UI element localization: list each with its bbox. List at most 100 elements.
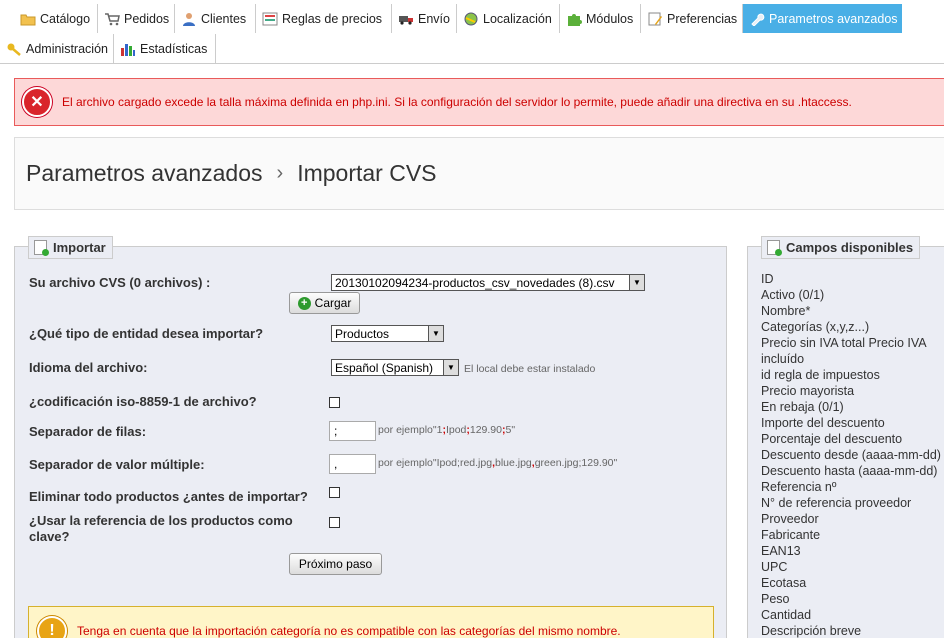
plus-icon: + [297,296,311,310]
warning-icon: ! [37,616,67,638]
list-item: Referencia nº [761,480,837,494]
puzzle-icon [566,12,582,26]
list-item: Proveedor [761,512,819,526]
language-select[interactable]: Español (Spanish) ▼ [331,359,459,376]
tab-label: Estadísticas [140,41,208,56]
document-add-icon [767,240,782,256]
next-step-button[interactable]: Próximo paso [289,553,382,575]
list-item: Nombre* [761,304,811,318]
preferences-icon [647,12,663,26]
list-item: Activo (0/1) [761,288,825,302]
next-step-label: Próximo paso [298,557,373,571]
tab-catalogo[interactable]: Catálogo [0,4,98,33]
hint-part: green.jpg;129.90" [534,457,618,469]
tab-envio[interactable]: Envío [392,4,457,33]
chevron-right-icon: › [276,162,284,184]
hint-part: blue.jpg [494,457,532,469]
upload-button[interactable]: + Cargar [289,292,360,314]
tab-label: Envío [418,11,450,26]
multi-separator-label: Separador de valor múltiple: [29,457,205,472]
language-hint: El local debe estar instalado [464,363,596,375]
hint-part: 5" [505,424,516,436]
hint-part: Ipod [445,424,467,436]
row-separator-label: Separador de filas: [29,424,147,439]
use-reference-checkbox[interactable] [329,517,340,528]
fields-legend: Campos disponibles [761,236,921,259]
hint-part: por ejemplo"1 [378,424,443,436]
tab-modulos[interactable]: Módulos [560,4,641,33]
tab-pedidos[interactable]: Pedidos [98,4,175,33]
legend-title: Campos disponibles [786,240,914,255]
file-select[interactable]: 20130102094234-productos_csv_novedades (… [331,274,645,291]
list-item: Precio sin IVA total Precio IVA incluído [761,336,926,366]
warning-message: ! Tenga en cuenta que la importación cat… [28,606,714,638]
tab-parametros-avanzados[interactable]: Parametros avanzados [743,4,902,33]
list-item: Fabricante [761,528,821,542]
tab-administracion[interactable]: Administración [0,34,114,63]
tab-label: Catálogo [40,11,91,26]
entity-label: ¿Qué tipo de entidad desea importar? [29,326,264,341]
import-legend: Importar [28,236,113,259]
chevron-down-icon: ▼ [428,326,443,341]
cart-icon [104,12,120,26]
list-item: Descripción breve [761,624,862,638]
users-icon [181,12,197,26]
list-item: Precio mayorista [761,384,855,398]
list-item: Peso [761,592,790,606]
globe-icon [463,12,479,26]
iso-checkbox[interactable] [329,397,340,408]
multi-separator-hint: por ejemplo"Ipod;red.jpg,blue.jpg,green.… [378,457,617,469]
key-icon [6,42,22,56]
list-item: Descuento hasta (aaaa-mm-dd) [761,464,938,478]
error-icon: ✕ [22,87,52,117]
tab-label: Clientes [201,11,247,26]
tab-label: Reglas de precios [282,11,383,26]
list-item: UPC [761,560,788,574]
list-item: EAN13 [761,544,801,558]
tab-label: Administración [26,41,108,56]
menu-row-1: Catálogo Pedidos Clientes Reglas de prec… [0,4,902,33]
row-separator-input[interactable] [329,421,376,441]
import-panel: Importar Su archivo CVS (0 archivos) : 2… [14,236,727,638]
breadcrumb-parent[interactable]: Parametros avanzados [26,160,263,187]
list-item: Categorías (x,y,z...) [761,320,870,334]
top-menu: Catálogo Pedidos Clientes Reglas de prec… [0,0,944,64]
file-label: Su archivo CVS (0 archivos) : [29,275,211,290]
list-item: En rebaja (0/1) [761,400,844,414]
delete-products-checkbox[interactable] [329,487,340,498]
hint-part: 129.90 [469,424,502,436]
tab-label: Parametros avanzados [769,11,898,26]
list-item: ID [761,272,774,286]
entity-select[interactable]: Productos ▼ [331,325,444,342]
list-item: Descuento desde (aaaa-mm-dd) [761,448,941,462]
warning-text: Tenga en cuenta que la importación categ… [77,624,621,638]
row-separator-hint: por ejemplo"1;Ipod;129.90;5" [378,424,515,436]
page-title: Importar CVS [297,160,437,186]
list-item: Porcentaje del descuento [761,432,903,446]
tab-localizacion[interactable]: Localización [457,4,560,33]
list-item: N° de referencia proveedor [761,496,912,510]
iso-label: ¿codificación iso-8859-1 de archivo? [29,394,257,409]
chevron-down-icon: ▼ [443,360,458,375]
tab-preferencias[interactable]: Preferencias [641,4,743,33]
available-fields-panel: Campos disponibles ID Activo (0/1) Nombr… [747,236,944,638]
tab-label: Localización [483,11,552,26]
tab-label: Pedidos [124,11,170,26]
tab-label: Módulos [586,11,634,26]
file-select-value: 20130102094234-productos_csv_novedades (… [335,275,615,290]
upload-button-label: Cargar [314,296,352,310]
tab-label: Preferencias [667,11,738,26]
error-message: ✕ El archivo cargado excede la talla máx… [14,78,944,126]
fields-list: ID Activo (0/1) Nombre* Categorías (x,y,… [761,271,944,638]
list-item: Cantidad [761,608,812,622]
tab-reglas-precios[interactable]: Reglas de precios [256,4,392,33]
truck-icon [398,12,414,26]
entity-select-value: Productos [335,326,390,341]
multi-separator-input[interactable] [329,454,376,474]
use-reference-label: ¿Usar la referencia de los productos com… [29,513,293,544]
delete-products-label: Eliminar todo productos ¿antes de import… [29,489,308,504]
wrench-icon [749,12,765,27]
list-item: Importe del descuento [761,416,885,430]
tab-estadisticas[interactable]: Estadísticas [114,34,216,63]
tab-clientes[interactable]: Clientes [175,4,256,33]
